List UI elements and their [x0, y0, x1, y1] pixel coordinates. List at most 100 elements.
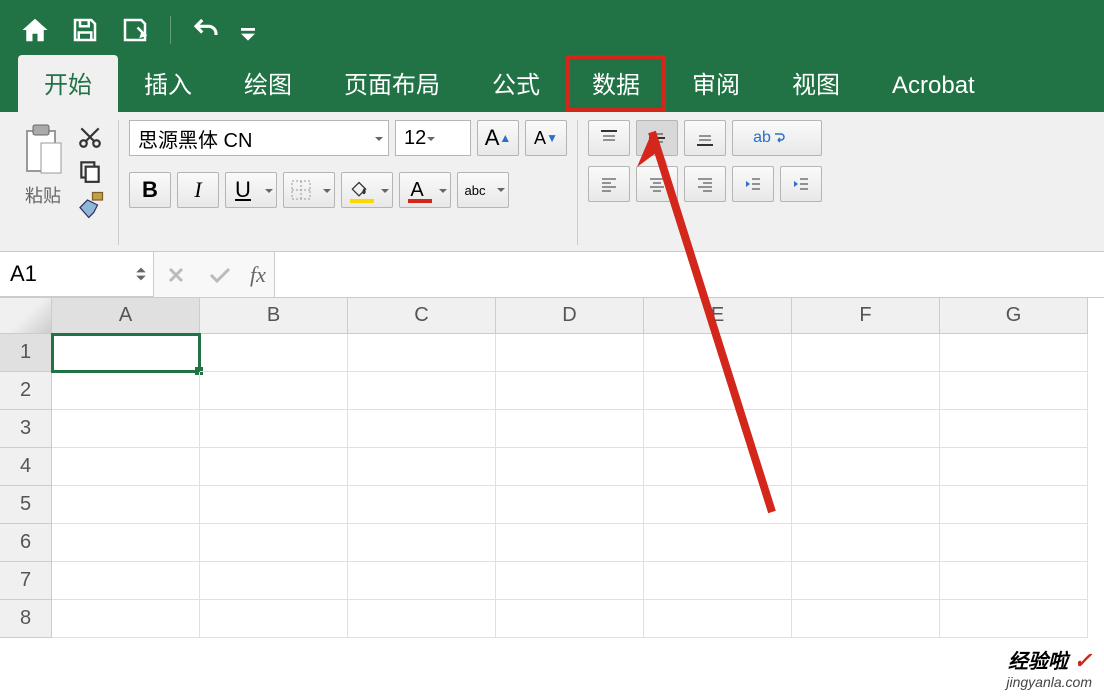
align-center-button[interactable] — [636, 166, 678, 202]
cell[interactable] — [52, 486, 200, 524]
cell[interactable] — [644, 600, 792, 638]
cell[interactable] — [644, 524, 792, 562]
cell[interactable] — [348, 448, 496, 486]
cell[interactable] — [52, 334, 200, 372]
cell[interactable] — [200, 600, 348, 638]
cell[interactable] — [200, 524, 348, 562]
column-header[interactable]: C — [348, 298, 496, 334]
cell[interactable] — [52, 524, 200, 562]
cell[interactable] — [200, 448, 348, 486]
cell[interactable] — [792, 448, 940, 486]
accept-formula-icon[interactable] — [198, 252, 242, 297]
decrease-font-button[interactable]: A▼ — [525, 120, 567, 156]
borders-button[interactable] — [283, 172, 335, 208]
font-size-select[interactable]: 12 — [395, 120, 471, 156]
align-left-button[interactable] — [588, 166, 630, 202]
phonetic-guide-button[interactable]: abc — [457, 172, 509, 208]
cell[interactable] — [644, 486, 792, 524]
tab-formulas[interactable]: 公式 — [466, 55, 566, 112]
select-all-corner[interactable] — [0, 298, 52, 334]
column-header[interactable]: F — [792, 298, 940, 334]
fill-color-button[interactable] — [341, 172, 393, 208]
italic-button[interactable]: I — [177, 172, 219, 208]
cell[interactable] — [792, 410, 940, 448]
row-header[interactable]: 2 — [0, 372, 52, 410]
row-header[interactable]: 8 — [0, 600, 52, 638]
save-icon[interactable] — [70, 15, 100, 45]
tab-data[interactable]: 数据 — [566, 55, 666, 112]
cell[interactable] — [348, 600, 496, 638]
column-header[interactable]: G — [940, 298, 1088, 334]
cell[interactable] — [52, 600, 200, 638]
cell[interactable] — [792, 524, 940, 562]
cell[interactable] — [792, 562, 940, 600]
column-header[interactable]: D — [496, 298, 644, 334]
row-header[interactable]: 3 — [0, 410, 52, 448]
cell[interactable] — [348, 486, 496, 524]
cell[interactable] — [52, 448, 200, 486]
cell[interactable] — [52, 410, 200, 448]
align-bottom-button[interactable] — [684, 120, 726, 156]
cell[interactable] — [940, 334, 1088, 372]
align-middle-button[interactable] — [636, 120, 678, 156]
cell[interactable] — [792, 372, 940, 410]
cell[interactable] — [940, 372, 1088, 410]
cell[interactable] — [496, 486, 644, 524]
cell[interactable] — [200, 372, 348, 410]
cell[interactable] — [792, 334, 940, 372]
name-box-stepper[interactable] — [135, 266, 147, 282]
cell[interactable] — [644, 410, 792, 448]
cell[interactable] — [496, 600, 644, 638]
column-header[interactable]: A — [52, 298, 200, 334]
cell[interactable] — [496, 524, 644, 562]
row-header[interactable]: 1 — [0, 334, 52, 372]
tab-draw[interactable]: 绘图 — [218, 55, 318, 112]
cell[interactable] — [348, 562, 496, 600]
cell[interactable] — [200, 486, 348, 524]
paste-icon[interactable] — [18, 120, 68, 180]
cut-icon[interactable] — [74, 122, 106, 152]
cell[interactable] — [644, 562, 792, 600]
cell[interactable] — [200, 334, 348, 372]
cell[interactable] — [940, 524, 1088, 562]
cell[interactable] — [940, 448, 1088, 486]
wrap-text-button[interactable]: ab — [732, 120, 822, 156]
home-icon[interactable] — [20, 15, 50, 45]
tab-view[interactable]: 视图 — [766, 55, 866, 112]
cell[interactable] — [348, 334, 496, 372]
decrease-indent-button[interactable] — [732, 166, 774, 202]
cell[interactable] — [52, 372, 200, 410]
cell[interactable] — [200, 562, 348, 600]
cell[interactable] — [644, 372, 792, 410]
cancel-formula-icon[interactable] — [154, 252, 198, 297]
row-header[interactable]: 6 — [0, 524, 52, 562]
tab-acrobat[interactable]: Acrobat — [866, 62, 1001, 112]
qat-customize-icon[interactable] — [241, 18, 255, 42]
align-top-button[interactable] — [588, 120, 630, 156]
underline-button[interactable]: U — [225, 172, 277, 208]
cell[interactable] — [940, 410, 1088, 448]
fx-label[interactable]: fx — [242, 262, 274, 288]
name-box[interactable]: A1 — [0, 252, 154, 297]
cell[interactable] — [792, 600, 940, 638]
align-right-button[interactable] — [684, 166, 726, 202]
font-color-button[interactable]: A — [399, 172, 451, 208]
increase-indent-button[interactable] — [780, 166, 822, 202]
copy-icon[interactable] — [74, 156, 106, 186]
row-header[interactable]: 5 — [0, 486, 52, 524]
row-header[interactable]: 7 — [0, 562, 52, 600]
cell[interactable] — [348, 372, 496, 410]
cell[interactable] — [940, 562, 1088, 600]
tab-insert[interactable]: 插入 — [118, 55, 218, 112]
tab-home[interactable]: 开始 — [18, 55, 118, 112]
cell[interactable] — [200, 410, 348, 448]
formula-input[interactable] — [274, 252, 1104, 297]
cell[interactable] — [496, 562, 644, 600]
cell[interactable] — [496, 410, 644, 448]
format-painter-icon[interactable] — [74, 190, 106, 220]
increase-font-button[interactable]: A▲ — [477, 120, 519, 156]
tab-page-layout[interactable]: 页面布局 — [318, 55, 466, 112]
cell[interactable] — [496, 372, 644, 410]
cell[interactable] — [792, 486, 940, 524]
bold-button[interactable]: B — [129, 172, 171, 208]
